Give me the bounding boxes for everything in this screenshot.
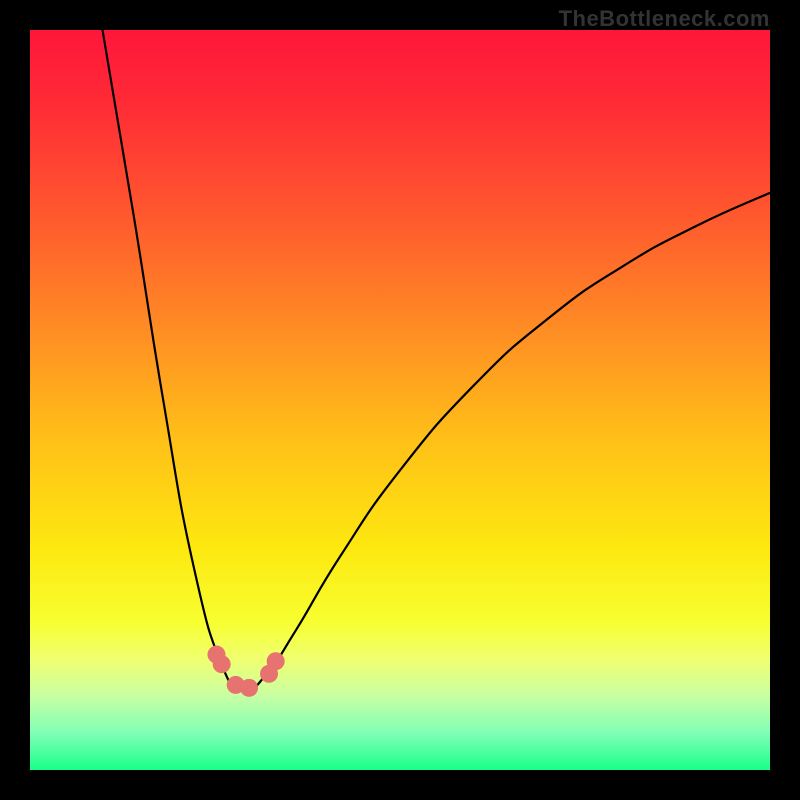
curve-marker xyxy=(213,655,231,673)
branding-text: TheBottleneck.com xyxy=(559,6,770,32)
curve-markers xyxy=(207,646,284,697)
curve-marker xyxy=(240,679,258,697)
chart-frame xyxy=(30,30,770,770)
curve-marker xyxy=(267,652,285,670)
bottleneck-curve-layer xyxy=(30,30,770,770)
bottleneck-curve xyxy=(103,30,770,689)
